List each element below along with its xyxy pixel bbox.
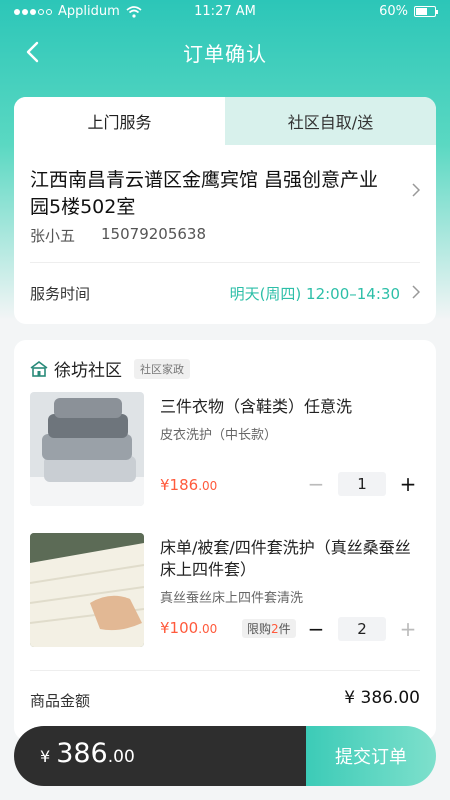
battery-group: 60% xyxy=(379,4,438,19)
increment-button[interactable]: + xyxy=(396,617,420,641)
status-bar: Applidum 11:27 AM 60% xyxy=(0,0,450,24)
chevron-right-icon[interactable] xyxy=(412,285,420,299)
list-item: 三件衣物（含鞋类）任意洗 皮衣洗护（中长款） ¥186.00 − 1 + xyxy=(30,392,420,507)
address-text[interactable]: 江西南昌青云谱区金鹰宾馆 昌强创意产业园5楼502室 xyxy=(30,167,390,221)
total-currency: ¥ xyxy=(40,747,51,766)
item-subtitle: 皮衣洗护（中长款） xyxy=(160,428,278,443)
item-title: 床单/被套/四件套洗护（真丝桑蚕丝床上四件套） xyxy=(160,538,411,579)
community-header: 徐坊社区 社区家政 xyxy=(30,356,190,381)
submit-order-button[interactable]: 提交订单 xyxy=(306,726,436,786)
quantity-stepper: − 2 + xyxy=(304,617,420,641)
divider xyxy=(30,262,420,263)
community-tag: 社区家政 xyxy=(134,358,190,379)
community-icon xyxy=(30,360,48,377)
service-time-label: 服务时间 xyxy=(30,285,91,303)
battery-percent: 60% xyxy=(379,4,408,19)
quantity-value[interactable]: 1 xyxy=(338,472,386,496)
decrement-button[interactable]: − xyxy=(304,617,328,641)
bed-sheet-photo xyxy=(30,533,144,647)
contact-name: 张小五 xyxy=(30,227,76,245)
list-item: 床单/被套/四件套洗护（真丝桑蚕丝床上四件套） 真丝蚕丝床上四件套清洗 ¥100… xyxy=(30,533,420,648)
item-title: 三件衣物（含鞋类）任意洗 xyxy=(160,397,353,416)
item-subtitle: 真丝蚕丝床上四件套清洗 xyxy=(160,591,304,606)
quantity-stepper: − 1 + xyxy=(304,472,420,496)
chevron-right-icon[interactable] xyxy=(412,183,420,197)
folded-sweaters-photo xyxy=(30,392,144,506)
nav-bar: 订单确认 xyxy=(0,28,450,76)
address-card: 上门服务 社区自取/送 江西南昌青云谱区金鹰宾馆 昌强创意产业园5楼502室 张… xyxy=(14,97,436,324)
subtotal-value: ¥ 386.00 xyxy=(344,688,420,708)
service-time-value[interactable]: 明天(周四) 12:00–14:30 xyxy=(230,283,400,304)
delivery-tabs: 上门服务 社区自取/送 xyxy=(14,97,436,145)
order-total: ¥ 386 .00 xyxy=(14,726,306,786)
checkout-bar: ¥ 386 .00 提交订单 xyxy=(14,726,436,786)
divider xyxy=(30,670,420,671)
community-card: 徐坊社区 社区家政 三件衣物（含鞋类）任意洗 皮衣洗护（中长款） ¥186.00… xyxy=(14,340,436,740)
item-price: ¥100.00 xyxy=(160,619,218,637)
subtotal-label: 商品金额 xyxy=(30,692,91,710)
page-title: 订单确认 xyxy=(183,42,267,66)
tab-community-pickup[interactable]: 社区自取/送 xyxy=(225,97,436,145)
quantity-value[interactable]: 2 xyxy=(338,617,386,641)
community-name: 徐坊社区 xyxy=(54,361,122,381)
contact-phone: 15079205638 xyxy=(101,225,206,243)
purchase-limit-badge: 限购2件 xyxy=(242,619,296,638)
increment-button[interactable]: + xyxy=(396,472,420,496)
tab-home-service[interactable]: 上门服务 xyxy=(14,97,225,145)
total-integer: 386 xyxy=(56,738,108,769)
contact-info: 张小五 15079205638 xyxy=(30,225,206,246)
battery-icon xyxy=(414,6,438,17)
item-price: ¥186.00 xyxy=(160,476,218,494)
total-cents: .00 xyxy=(107,747,135,767)
decrement-button[interactable]: − xyxy=(304,472,328,496)
